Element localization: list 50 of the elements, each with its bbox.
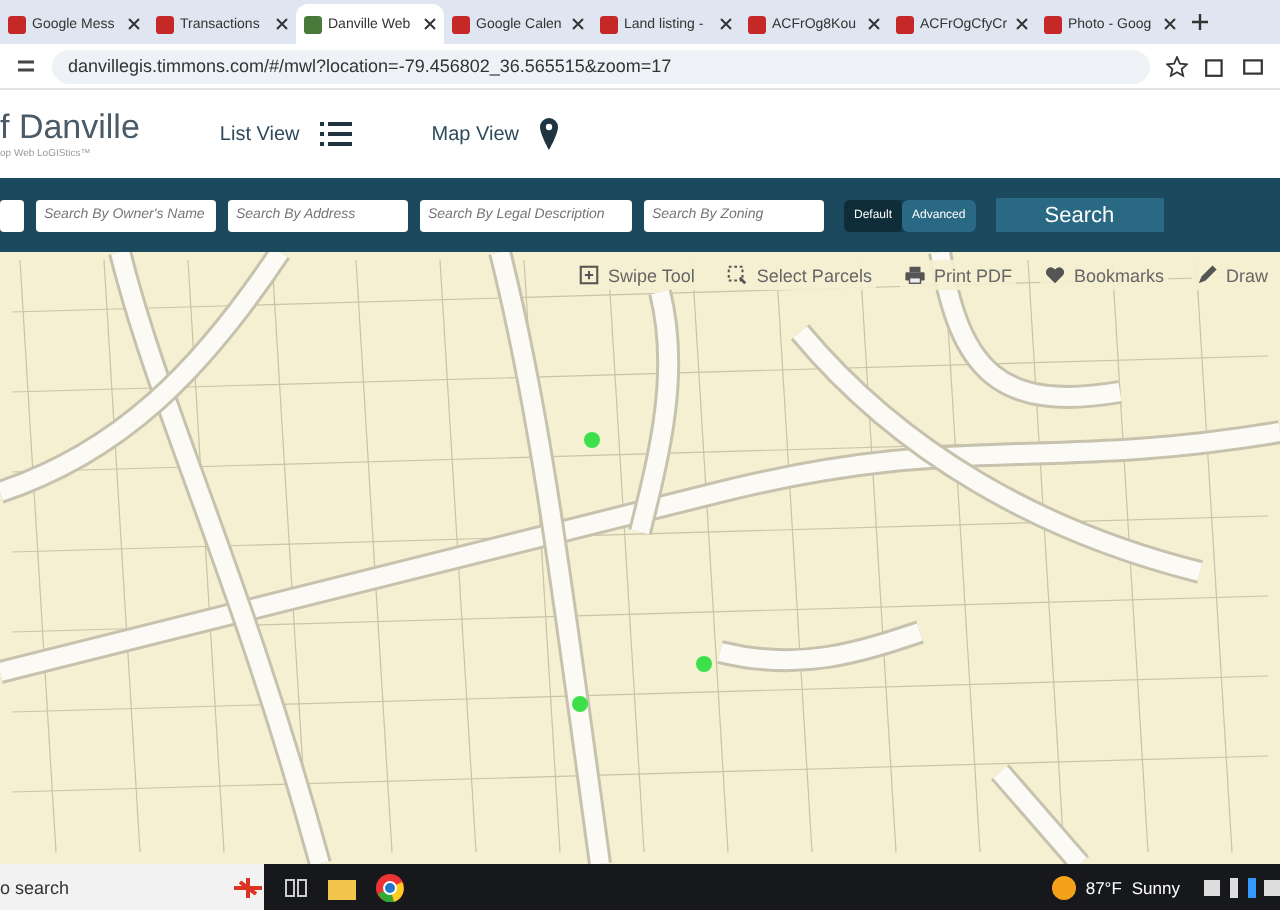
site-icon [896, 15, 914, 33]
site-settings-icon[interactable] [16, 56, 36, 76]
pencil-icon [1195, 264, 1218, 286]
nav-link[interactable]: List View [219, 122, 352, 146]
print-icon [903, 264, 926, 286]
temperature: 87°F [1085, 877, 1122, 897]
search-button[interactable]: Search [995, 198, 1164, 232]
close-icon[interactable] [1164, 18, 1176, 30]
star-icon[interactable] [1166, 55, 1188, 77]
map-marker[interactable] [572, 696, 588, 712]
map-tool-button[interactable]: Bookmarks [1039, 260, 1168, 290]
site-icon [156, 15, 174, 33]
close-icon[interactable] [720, 18, 732, 30]
tray-icons-drawing[interactable] [1200, 875, 1280, 899]
close-icon[interactable] [276, 18, 288, 30]
close-icon[interactable] [424, 18, 436, 30]
map-marker[interactable] [584, 432, 600, 448]
search-field[interactable] [0, 199, 24, 231]
close-icon[interactable] [572, 18, 584, 30]
site-icon [600, 15, 618, 33]
task-view-icon[interactable] [284, 875, 308, 899]
map-marker[interactable] [696, 656, 712, 672]
close-icon[interactable] [868, 18, 880, 30]
site-icon [1044, 15, 1062, 33]
site-title: f Danville [0, 108, 140, 148]
site-icon [304, 15, 322, 33]
select-icon [726, 264, 749, 286]
new-tab-icon[interactable] [1192, 14, 1208, 30]
heart-icon [1043, 264, 1066, 286]
close-icon[interactable] [128, 18, 140, 30]
list-icon [319, 122, 352, 146]
map-tool-button[interactable]: Swipe Tool [574, 260, 699, 290]
nav-link[interactable]: Map View [431, 118, 557, 150]
map-pin-icon [539, 118, 557, 150]
map-tool-button[interactable]: Print PDF [899, 260, 1016, 290]
site-icon [452, 15, 470, 33]
sidebar-icon[interactable] [1242, 55, 1264, 77]
extensions-icon[interactable] [1204, 55, 1226, 77]
address-bar[interactable]: danvillegis.timmons.com/#/mwl?location=-79.456802_36.565515&zoom=17 [52, 49, 1150, 83]
weather-condition: Sunny [1131, 877, 1180, 897]
swipe-icon [578, 264, 601, 286]
map-tool-button[interactable]: Draw [1191, 260, 1272, 290]
site-icon [748, 15, 766, 33]
map-tool-button[interactable]: Select Parcels [722, 260, 876, 290]
taskbar-search[interactable]: o search [0, 864, 264, 910]
sun-icon [1051, 875, 1076, 899]
folder-icon[interactable] [328, 875, 356, 899]
site-icon [8, 15, 26, 33]
browser-icon[interactable] [376, 873, 404, 901]
close-icon[interactable] [1016, 18, 1028, 30]
